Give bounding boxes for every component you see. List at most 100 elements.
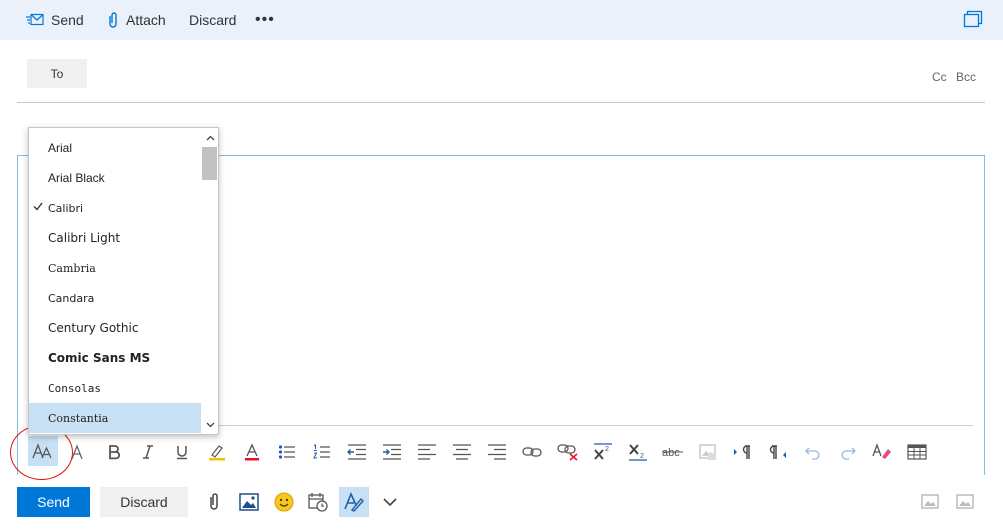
bcc-link[interactable]: Bcc	[956, 70, 976, 84]
right-to-left-icon	[769, 445, 786, 459]
decrease-indent-icon	[347, 444, 366, 460]
font-dropdown-menu: Arial Arial Black Calibri Calibri Light …	[28, 127, 219, 435]
format-pen-icon	[344, 491, 364, 512]
font-option-calibri-light[interactable]: Calibri Light	[29, 223, 201, 253]
insert-picture-button[interactable]	[237, 490, 261, 514]
font-option-label: Comic Sans MS	[48, 351, 151, 365]
background-image-button[interactable]	[953, 490, 977, 514]
italic-button[interactable]	[136, 440, 160, 464]
send-button[interactable]: Send	[17, 487, 90, 517]
font-color-icon	[245, 443, 259, 461]
increase-indent-icon	[383, 444, 401, 460]
chevron-down-icon	[383, 498, 397, 507]
font-option-cambria[interactable]: Cambria	[29, 253, 201, 283]
subscript-button[interactable]: 2	[626, 440, 650, 464]
link-icon	[522, 447, 542, 457]
undo-icon	[805, 447, 820, 460]
align-center-button[interactable]	[450, 440, 474, 464]
remove-link-button[interactable]	[556, 440, 580, 464]
send-icon	[26, 13, 44, 26]
attach-command[interactable]: Attach	[107, 0, 166, 40]
svg-text:2: 2	[640, 453, 644, 460]
align-right-button[interactable]	[485, 440, 509, 464]
more-options-button[interactable]: •••	[255, 0, 275, 40]
popout-icon	[963, 10, 983, 28]
font-option-label: Arial Black	[48, 171, 105, 185]
toolbar-divider	[215, 425, 973, 426]
dropdown-scroll-thumb[interactable]	[202, 147, 217, 180]
to-button[interactable]: To	[27, 59, 87, 88]
align-left-icon	[418, 444, 436, 460]
undo-button[interactable]	[801, 440, 825, 464]
insert-link-button[interactable]	[520, 440, 544, 464]
svg-text:2: 2	[605, 446, 609, 453]
highlight-button[interactable]	[205, 440, 229, 464]
send-command-label: Send	[51, 12, 84, 28]
superscript-button[interactable]: 2	[591, 440, 615, 464]
ltr-button[interactable]	[731, 440, 755, 464]
font-option-constantia[interactable]: Constantia	[29, 403, 201, 433]
strikethrough-button[interactable]: abc	[661, 440, 685, 464]
font-option-label: Arial	[48, 141, 73, 155]
font-option-label: Constantia	[48, 411, 109, 425]
image-icon	[239, 493, 259, 511]
attach-command-label: Attach	[126, 12, 166, 28]
font-option-arial-black[interactable]: Arial Black	[29, 163, 201, 193]
font-option-label: Century Gothic	[48, 321, 139, 335]
redo-button[interactable]	[836, 440, 860, 464]
font-option-comic-sans-ms[interactable]: Comic Sans MS	[29, 343, 201, 373]
font-option-label: Calibri	[48, 201, 84, 215]
font-icon	[32, 443, 52, 459]
font-option-label: Candara	[48, 291, 95, 305]
cc-link[interactable]: Cc	[932, 70, 947, 84]
redo-icon	[841, 447, 856, 460]
schedule-meeting-button[interactable]	[306, 490, 330, 514]
signature-image-button[interactable]	[918, 490, 942, 514]
bold-button[interactable]	[102, 440, 126, 464]
font-button[interactable]	[28, 436, 58, 466]
calendar-clock-icon	[308, 493, 328, 512]
align-left-button[interactable]	[415, 440, 439, 464]
clear-formatting-button[interactable]	[870, 440, 894, 464]
emoji-button[interactable]	[272, 490, 296, 514]
scroll-up-button[interactable]	[204, 132, 216, 144]
font-option-consolas[interactable]: Consolas	[29, 373, 201, 403]
paperclip-icon	[210, 493, 218, 510]
recipient-divider	[17, 102, 985, 103]
increase-indent-button[interactable]	[380, 440, 404, 464]
send-command[interactable]: Send	[26, 0, 84, 40]
superscript-icon: 2	[594, 443, 612, 460]
insert-table-button[interactable]	[905, 440, 929, 464]
font-option-calibri[interactable]: Calibri	[29, 193, 201, 223]
font-option-arial[interactable]: Arial	[29, 133, 201, 163]
decrease-indent-button[interactable]	[345, 440, 369, 464]
more-actions-button[interactable]	[378, 490, 402, 514]
discard-command[interactable]: Discard	[189, 0, 236, 40]
font-option-label: Consolas	[48, 381, 101, 395]
rtl-button[interactable]	[766, 440, 790, 464]
underline-button[interactable]	[170, 440, 194, 464]
numbering-button[interactable]	[310, 440, 334, 464]
formatting-options-button[interactable]	[339, 487, 369, 517]
command-bar: Send Attach Discard •••	[0, 0, 1003, 40]
svg-text:abc: abc	[662, 447, 680, 459]
left-to-right-icon	[734, 445, 750, 459]
chevron-down-icon	[206, 422, 214, 428]
subscript-icon: 2	[629, 444, 647, 461]
discard-button[interactable]: Discard	[100, 487, 188, 517]
align-right-icon	[488, 444, 506, 460]
attach-button[interactable]	[202, 490, 226, 514]
scroll-down-button[interactable]	[204, 419, 216, 431]
font-color-button[interactable]	[240, 440, 264, 464]
bullets-button[interactable]	[275, 440, 299, 464]
font-option-label: Calibri Light	[48, 231, 121, 245]
insert-picture-inline-button[interactable]	[696, 440, 720, 464]
font-option-century-gothic[interactable]: Century Gothic	[29, 313, 201, 343]
font-option-candara[interactable]: Candara	[29, 283, 201, 313]
underline-icon	[177, 446, 187, 460]
clear-formatting-icon	[872, 443, 891, 459]
picture-icon	[921, 494, 939, 509]
popout-button[interactable]	[963, 10, 983, 33]
font-size-button[interactable]	[66, 440, 90, 464]
paperclip-icon	[109, 12, 117, 28]
